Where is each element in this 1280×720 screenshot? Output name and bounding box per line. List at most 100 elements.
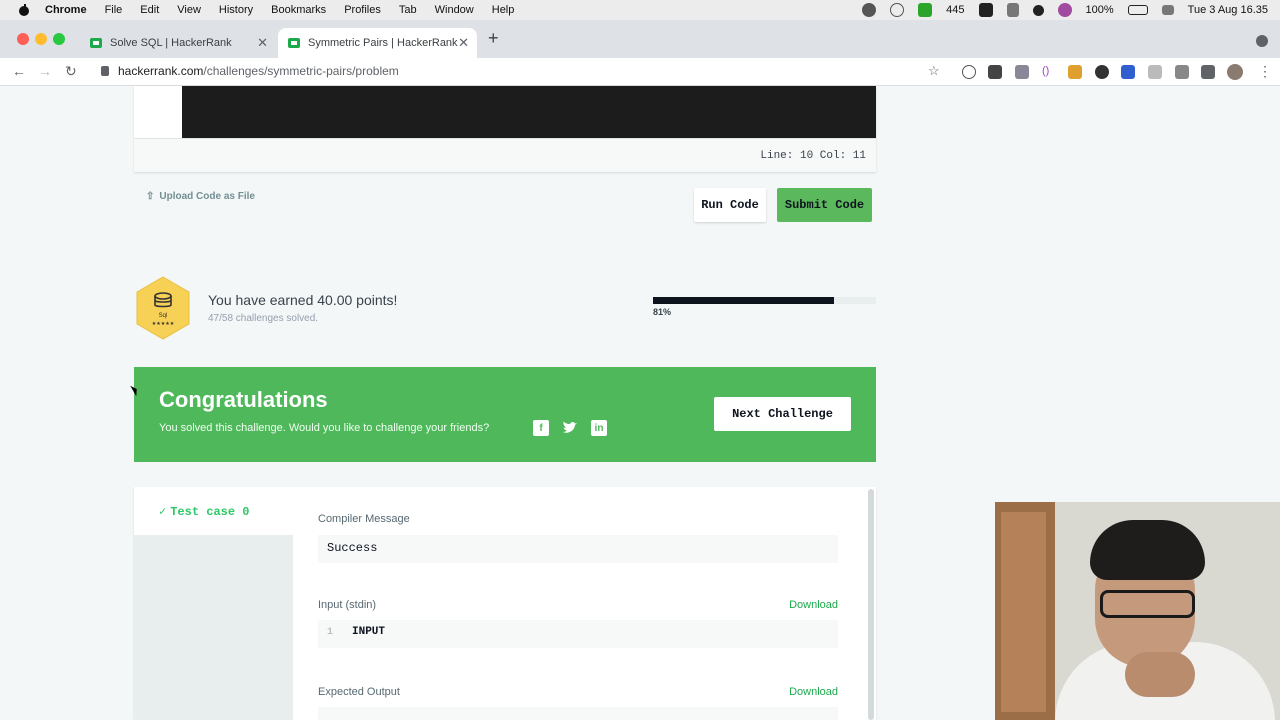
menu-tab[interactable]: Tab	[399, 4, 417, 16]
code-editor: Line: 10 Col: 11	[134, 86, 876, 172]
menu-view[interactable]: View	[177, 4, 201, 16]
menu-chrome[interactable]: Chrome	[45, 4, 87, 16]
user-avatar-icon[interactable]	[1057, 3, 1072, 17]
clock[interactable]: Tue 3 Aug 16.35	[1188, 4, 1268, 16]
play-icon[interactable]	[890, 3, 905, 17]
linkedin-icon[interactable]: in	[591, 420, 607, 436]
menu-file[interactable]: File	[105, 4, 123, 16]
status-counter: 445	[946, 4, 965, 16]
battery-icon[interactable]	[1127, 5, 1148, 15]
compiler-message-label: Compiler Message	[318, 513, 410, 525]
maximize-window-button[interactable]	[53, 33, 65, 45]
twitter-icon[interactable]	[562, 420, 578, 436]
extension-icon-3[interactable]	[1015, 65, 1029, 79]
bookmark-star-icon[interactable]: ☆	[928, 63, 940, 79]
forward-icon[interactable]: →	[38, 63, 52, 79]
close-tab-icon[interactable]: ✕	[458, 35, 469, 51]
input-box: 1 INPUT	[318, 620, 838, 648]
extension-icon-7[interactable]	[1121, 65, 1135, 79]
profile-avatar[interactable]	[1227, 64, 1243, 80]
test-case-sidebar	[134, 535, 293, 720]
check-circle-icon: ✓	[159, 505, 167, 519]
address-bar[interactable]: hackerrank.com/challenges/symmetric-pair…	[118, 64, 399, 78]
chrome-menu-icon[interactable]: ⋮	[1258, 63, 1272, 80]
upload-icon: ⇧	[146, 191, 155, 202]
badge-label: Sql	[159, 313, 168, 319]
input-line-number: 1	[326, 627, 333, 638]
progress-percent: 81%	[653, 307, 672, 317]
control-center-icon[interactable]	[1161, 5, 1174, 15]
moon-icon[interactable]	[1032, 4, 1044, 16]
menu-bookmarks[interactable]: Bookmarks	[271, 4, 326, 16]
tab-symmetric-pairs[interactable]: Symmetric Pairs | HackerRank ✕	[278, 28, 477, 58]
cursor-position: Line: 10 Col: 11	[760, 150, 866, 162]
reload-icon[interactable]: ↻	[65, 63, 77, 80]
menu-profiles[interactable]: Profiles	[344, 4, 381, 16]
expected-output-box	[318, 707, 838, 720]
download-input-link[interactable]: Download	[789, 599, 838, 611]
url-path: /challenges/symmetric-pairs/problem	[203, 64, 399, 78]
battery-percentage: 100%	[1085, 4, 1114, 16]
submit-code-button[interactable]: Submit Code	[777, 188, 872, 222]
url-domain: hackerrank.com	[118, 64, 204, 78]
menu-help[interactable]: Help	[492, 4, 515, 16]
challenges-solved-text: 47/58 challenges solved.	[208, 313, 319, 324]
extension-icon-2[interactable]	[988, 65, 1002, 79]
extension-icon-5[interactable]	[1068, 65, 1082, 79]
status-app-icon[interactable]	[862, 3, 877, 17]
extension-status-icon[interactable]	[918, 3, 933, 17]
next-challenge-button[interactable]: Next Challenge	[714, 397, 851, 431]
compiler-message-box: Success	[318, 535, 838, 563]
extension-icon-1[interactable]	[962, 65, 976, 79]
menu-edit[interactable]: Edit	[140, 4, 159, 16]
menu-window[interactable]: Window	[435, 4, 474, 16]
tab-title: Solve SQL | HackerRank	[110, 37, 232, 49]
lock-icon[interactable]	[101, 66, 109, 76]
webcam-person-glasses	[1100, 590, 1195, 618]
editor-status-bar: Line: 10 Col: 11	[134, 138, 876, 172]
keyboard-input-icon[interactable]	[978, 3, 993, 17]
download-expected-link[interactable]: Download	[789, 686, 838, 698]
input-label: Input (stdin)	[318, 599, 377, 611]
back-icon[interactable]: ←	[12, 63, 26, 79]
progress-bar	[653, 297, 876, 304]
run-code-button[interactable]: Run Code	[694, 188, 766, 222]
compiler-message-value: Success	[327, 541, 378, 555]
extension-icon-8[interactable]	[1148, 65, 1162, 79]
macos-menubar: Chrome File Edit View History Bookmarks …	[0, 0, 1280, 20]
close-tab-icon[interactable]: ✕	[257, 35, 268, 51]
webcam-door-panel	[1001, 512, 1046, 712]
hackerrank-favicon	[90, 38, 102, 48]
extension-icon-4[interactable]: ()	[1042, 65, 1056, 79]
facebook-icon[interactable]: f	[533, 420, 549, 436]
menu-history[interactable]: History	[219, 4, 253, 16]
close-window-button[interactable]	[17, 33, 29, 45]
results-scrollbar[interactable]	[868, 489, 874, 720]
code-editor-area[interactable]	[182, 86, 876, 138]
upload-label: Upload Code as File	[159, 191, 255, 202]
chrome-toolbar: ← → ↻ hackerrank.com/challenges/symmetri…	[0, 58, 1280, 86]
new-tab-button[interactable]: +	[488, 28, 499, 49]
menubar-status-area: 445 100% Tue 3 Aug 16.35	[862, 0, 1268, 20]
tab-search-icon[interactable]	[1256, 35, 1268, 47]
congratulations-banner: Congratulations You solved this challeng…	[134, 367, 876, 462]
test-results-panel: ✓ Test case 0 Compiler Message Success I…	[134, 487, 876, 720]
test-case-label: Test case 0	[170, 504, 250, 519]
input-value: INPUT	[352, 626, 386, 638]
hackerrank-favicon	[288, 38, 300, 48]
webcam-person-hair	[1090, 520, 1205, 580]
minimize-window-button[interactable]	[35, 33, 47, 45]
volume-icon[interactable]	[1006, 3, 1019, 17]
expected-output-label: Expected Output	[318, 686, 400, 698]
extensions-puzzle-icon[interactable]	[1201, 65, 1215, 79]
congrats-message: You solved this challenge. Would you lik…	[159, 422, 490, 434]
tab-solve-sql[interactable]: Solve SQL | HackerRank ✕	[80, 28, 276, 58]
tab-title: Symmetric Pairs | HackerRank	[308, 37, 458, 49]
extension-icon-6[interactable]	[1095, 65, 1109, 79]
apple-icon[interactable]	[17, 3, 31, 17]
progress-fill	[653, 297, 834, 304]
sql-badge-icon: Sql ★★★★★	[136, 276, 190, 340]
extension-icon-9[interactable]	[1175, 65, 1189, 79]
upload-code-link[interactable]: ⇧ Upload Code as File	[146, 191, 255, 202]
test-case-tab[interactable]: ✓ Test case 0	[159, 504, 250, 520]
